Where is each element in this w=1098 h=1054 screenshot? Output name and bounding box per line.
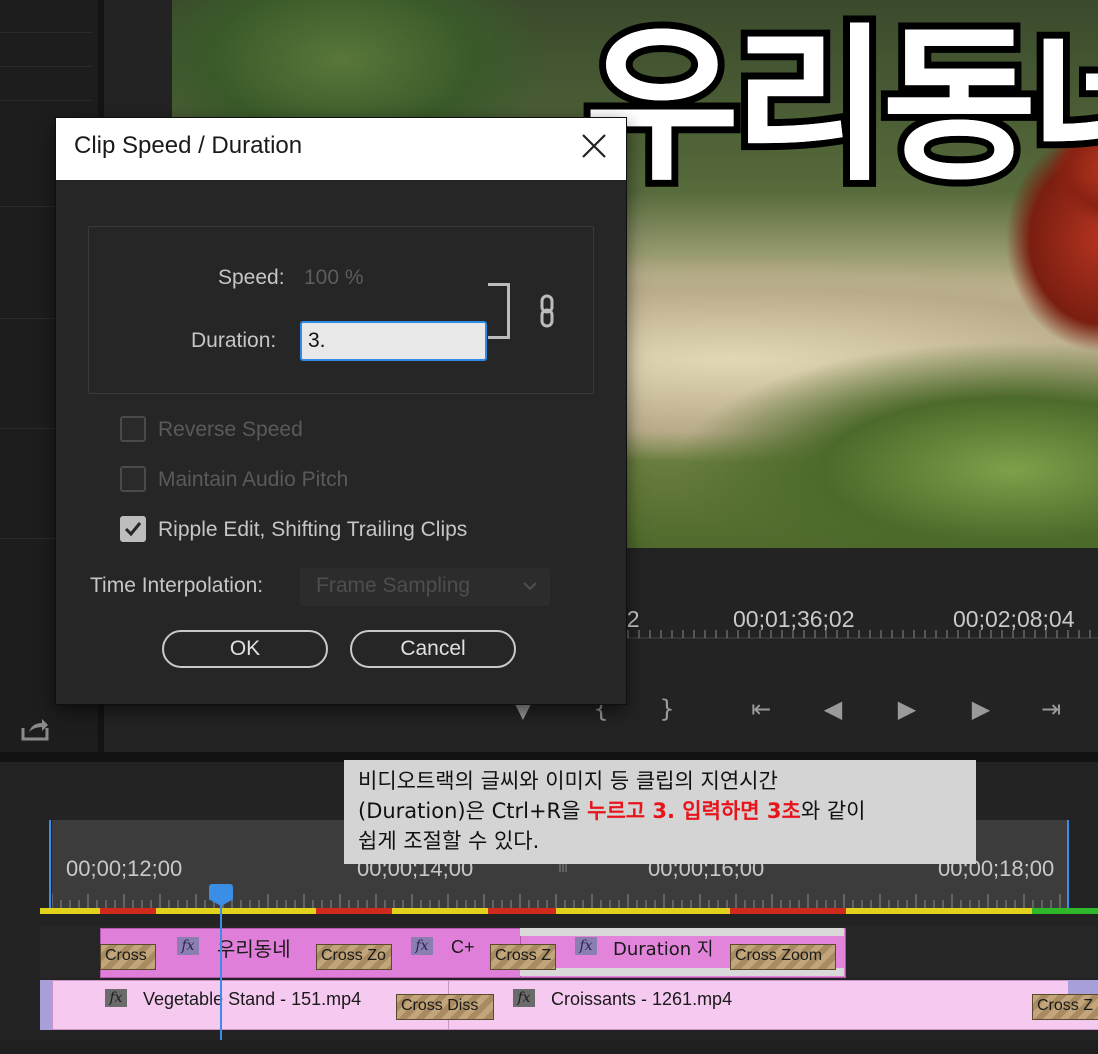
annotation-text: 와 같이 — [800, 799, 866, 823]
step-forward-icon[interactable]: ▶ — [964, 694, 998, 724]
clip-label: Duration 지 — [613, 939, 714, 960]
play-icon[interactable]: ▶ — [890, 694, 924, 724]
go-to-out-icon[interactable]: ⇥ — [1034, 694, 1068, 724]
render-status-bar — [40, 908, 1098, 914]
annotation-line: 비디오트랙의 글씨와 이미지 등 클립의 지연시간 — [358, 769, 778, 793]
transition-label: Cross Z — [495, 947, 551, 964]
monitor-timecode: 00;02;08;04 — [953, 606, 1075, 632]
duration-input[interactable] — [300, 321, 487, 361]
transition-label: Cross Diss — [401, 997, 479, 1014]
cross-zoom-transition[interactable]: Cross — [100, 944, 156, 970]
track-endcap — [1068, 980, 1098, 994]
cross-zoom-transition[interactable]: Cross Zoom — [730, 944, 836, 970]
work-area-start[interactable] — [49, 820, 51, 910]
speed-duration-group — [88, 226, 594, 394]
ripple-edit-checkbox[interactable] — [120, 516, 146, 542]
video-title-overlay-fill: 우리동네 — [585, 8, 1098, 204]
speed-label: Speed: — [218, 266, 285, 289]
transition-label: Cross Zo — [321, 947, 386, 964]
selected-clip-border — [520, 928, 844, 936]
fx-badge: fx — [177, 937, 199, 955]
link-bracket — [488, 283, 510, 339]
cancel-button[interactable]: Cancel — [350, 630, 516, 668]
transition-label: Cross Zoom — [735, 947, 823, 964]
speed-value[interactable]: 100 % — [304, 266, 364, 290]
step-back-icon[interactable]: ◀ — [816, 694, 850, 724]
cross-zoom-transition[interactable]: Cross Zo — [316, 944, 392, 970]
checkmark-icon — [124, 522, 142, 537]
dialog-title: Clip Speed / Duration — [74, 132, 303, 159]
track-endcap — [40, 980, 52, 1030]
annotation-line: (Duration)은 Ctrl+R을 누르고 3. 입력하면 3초와 같이 — [358, 796, 962, 826]
annotation-highlight: 누르고 3. 입력하면 3초 — [587, 799, 801, 823]
go-to-in-icon[interactable]: ⇤ — [744, 694, 778, 724]
title-clip[interactable]: fx 우리동네 fx C+ — [100, 928, 522, 978]
annotation-line: 쉽게 조절할 수 있다. — [358, 829, 540, 853]
clip-label: 우리동네 — [217, 937, 291, 961]
fx-badge: fx — [575, 937, 597, 955]
fx-badge: fx — [105, 989, 127, 1007]
duration-label: Duration: — [191, 329, 277, 352]
mark-out-icon[interactable]: } — [650, 694, 684, 724]
clip-label: Croissants - 1261.mp4 — [551, 989, 733, 1009]
ripple-edit-label: Ripple Edit, Shifting Trailing Clips — [158, 518, 468, 541]
clip-label: Vegetable Stand - 151.mp4 — [143, 989, 362, 1009]
timeline-timecode: 00;00;12;00 — [66, 856, 183, 881]
fx-badge: fx — [411, 937, 433, 955]
tutorial-annotation: 비디오트랙의 글씨와 이미지 등 클립의 지연시간 (Duration)은 Ct… — [344, 760, 976, 864]
video-clip[interactable]: fx Vegetable Stand - 151.mp4 — [52, 980, 450, 1030]
monitor-timecode: 00;01;36;02 — [733, 606, 855, 632]
time-interpolation-label: Time Interpolation: — [90, 574, 264, 597]
annotation-text: (Duration)은 Ctrl+R을 — [358, 799, 588, 823]
fx-badge: fx — [513, 989, 535, 1007]
transition-label: Cross — [105, 947, 147, 964]
cross-dissolve-transition[interactable]: Cross Diss — [396, 994, 494, 1020]
close-icon[interactable] — [578, 130, 610, 162]
playhead-line[interactable] — [220, 900, 222, 1054]
video-clip[interactable]: fx Croissants - 1261.mp4 — [448, 980, 1098, 1030]
maintain-audio-pitch-checkbox[interactable] — [120, 466, 146, 492]
timeline-scrollbar[interactable] — [0, 1040, 1098, 1054]
share-icon[interactable] — [20, 716, 50, 742]
clip-label: C+ — [451, 937, 475, 957]
ok-button[interactable]: OK — [162, 630, 328, 668]
cross-zoom-transition[interactable]: Cross Z — [1032, 994, 1098, 1020]
transition-label: Cross Z — [1037, 997, 1093, 1014]
maintain-audio-pitch-label: Maintain Audio Pitch — [158, 468, 349, 491]
reverse-speed-label: Reverse Speed — [158, 418, 303, 441]
link-icon[interactable] — [536, 294, 558, 328]
time-interpolation-value: Frame Sampling — [316, 574, 471, 597]
reverse-speed-checkbox[interactable] — [120, 416, 146, 442]
cross-zoom-transition[interactable]: Cross Z — [490, 944, 556, 970]
clip-speed-duration-dialog — [56, 118, 626, 704]
chevron-down-icon — [523, 582, 537, 591]
work-area-end[interactable] — [1067, 820, 1069, 910]
